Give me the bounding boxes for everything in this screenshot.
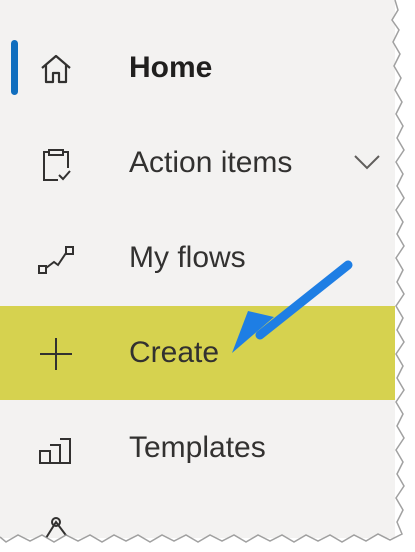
nav-item-label: Action items <box>129 146 293 179</box>
nav-item-home[interactable]: Home <box>0 21 395 115</box>
annotation-arrow <box>232 260 353 353</box>
flow-icon <box>38 246 74 274</box>
chevron-down-icon[interactable] <box>352 147 382 177</box>
screenshot-frame: Home Action items My flows Create Templa… <box>0 0 415 552</box>
clipboard-check-icon <box>43 149 71 181</box>
partial-next-icon <box>45 517 69 538</box>
nav-item-templates[interactable]: Templates <box>0 401 395 495</box>
nav-item-label: Home <box>129 51 213 84</box>
nav-item-action-items[interactable]: Action items <box>0 116 395 210</box>
templates-icon <box>39 438 71 464</box>
home-icon <box>41 54 71 84</box>
active-indicator <box>11 40 18 95</box>
nav-item-label: Create <box>129 336 220 369</box>
nav-item-label: Templates <box>129 431 266 464</box>
plus-icon <box>40 338 72 370</box>
